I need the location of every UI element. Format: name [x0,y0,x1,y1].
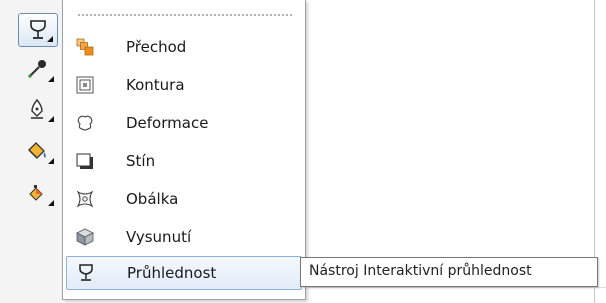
envelope-icon [76,190,94,208]
eyedropper-icon [28,60,46,78]
fill-bucket-icon [28,142,46,159]
contour-icon [76,76,94,94]
extrude-icon [76,228,94,246]
transparency-tool-button[interactable] [18,13,58,47]
flyout-indicator-icon [48,116,54,122]
eyedropper-tool-button[interactable] [16,52,58,86]
flyout-indicator-icon [47,36,53,42]
menu-item-contour[interactable]: Kontura [66,66,302,104]
menu-item-label: Průhlednost [127,264,217,282]
interactive-fill-tool-button[interactable] [16,176,58,210]
menu-item-label: Deformace [126,114,209,132]
drop-shadow-icon [76,152,94,170]
menu-item-drop-shadow[interactable]: Stín [66,142,302,180]
menu-item-transparency[interactable]: Průhlednost [66,256,302,290]
flyout-grip-handle[interactable] [77,14,293,16]
menu-item-label: Kontura [126,76,185,94]
pen-nib-icon [31,98,43,119]
menu-item-label: Vysunutí [126,228,192,246]
menu-item-distort[interactable]: Deformace [66,104,302,142]
distort-icon [76,114,94,132]
outline-pen-tool-button[interactable] [16,92,58,126]
interactive-fill-icon [29,185,43,201]
menu-item-blend[interactable]: Přechod [66,28,302,66]
effects-flyout-menu: Přechod Kontura Deformace Stín Obálka Vy… [62,0,306,300]
menu-item-extrude[interactable]: Vysunutí [66,218,302,256]
flyout-indicator-icon [48,76,54,82]
menu-item-label: Přechod [126,38,187,56]
flyout-indicator-icon [48,200,54,206]
blend-icon [76,38,94,56]
toolbox [0,0,62,303]
fill-tool-button[interactable] [16,134,58,168]
menu-item-label: Obálka [126,190,179,208]
panel-baseline [306,287,606,288]
transparency-glass-icon [30,20,46,39]
menu-item-envelope[interactable]: Obálka [66,180,302,218]
flyout-indicator-icon [48,158,54,164]
tooltip: Nástroj Interaktivní průhlednost [300,257,598,287]
transparency-icon [77,264,95,282]
menu-item-label: Stín [126,152,156,170]
